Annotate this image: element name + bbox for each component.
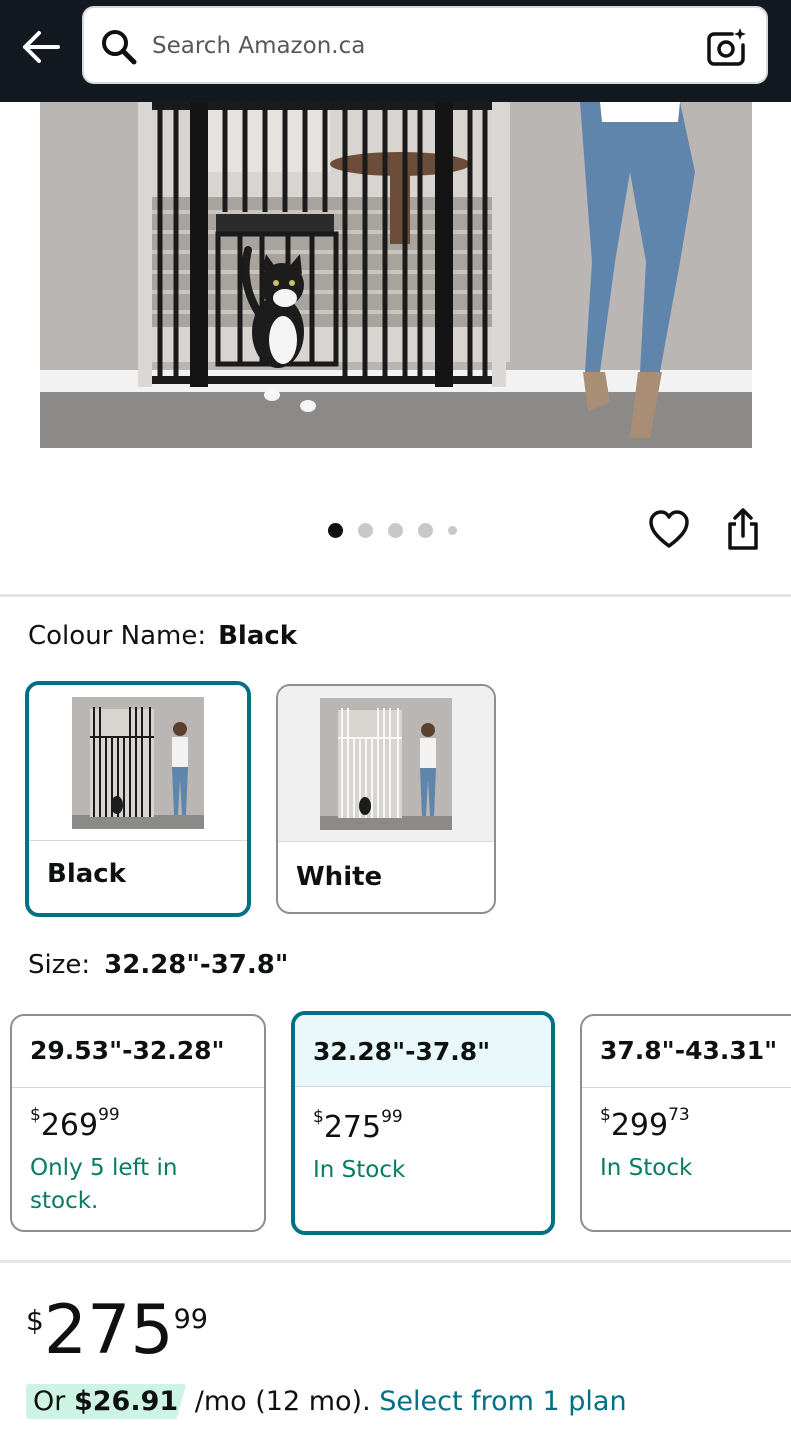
colour-option-name: White	[296, 862, 383, 892]
colour-label: Colour Name:	[28, 621, 207, 651]
colour-option-black[interactable]: Black	[25, 681, 251, 917]
pagination-dot[interactable]	[418, 522, 433, 538]
back-button[interactable]	[18, 24, 64, 70]
search-icon	[102, 30, 137, 65]
size-option-header: 29.53"-32.28"	[12, 1016, 264, 1088]
product-price: $27599	[26, 1296, 208, 1366]
image-pagination-dots	[328, 521, 457, 539]
pagination-dot[interactable]	[388, 522, 403, 538]
size-option-name: 32.28"-37.8"	[313, 1037, 491, 1066]
add-to-wishlist-button[interactable]	[647, 508, 691, 552]
size-label: Size:	[28, 950, 91, 980]
size-option-2[interactable]: 32.28"-37.8" $27599 In Stock	[291, 1011, 555, 1235]
plan-terms: /mo (12 mo).	[186, 1386, 380, 1417]
colour-selected-value: Black	[218, 621, 298, 651]
colour-thumb-area	[29, 685, 247, 841]
section-divider	[0, 594, 791, 597]
pagination-dot[interactable]	[448, 525, 457, 535]
payment-plan-row: Or $26.91 /mo (12 mo). Select from 1 pla…	[26, 1384, 627, 1419]
size-selected-value: 32.28"-37.8"	[104, 950, 289, 980]
size-option-stock: In Stock	[600, 1155, 693, 1181]
payment-plan-badge: Or $26.91	[26, 1384, 187, 1419]
pagination-dot[interactable]	[358, 522, 373, 538]
colour-thumb-area	[278, 686, 494, 842]
product-image-gallery[interactable]	[0, 102, 791, 492]
top-header-bar	[0, 0, 791, 102]
camera-lens-icon[interactable]	[706, 26, 748, 68]
pagination-dot[interactable]	[328, 522, 343, 538]
product-image	[40, 102, 752, 448]
size-label-row: Size: 32.28"-37.8"	[28, 950, 288, 980]
colour-thumbnail-black	[72, 697, 204, 829]
size-option-stock: Only 5 left in stock.	[30, 1155, 178, 1214]
search-bar[interactable]	[82, 6, 768, 84]
size-option-3[interactable]: 37.8"-43.31" $29973 In Stock	[580, 1014, 791, 1232]
colour-option-name: Black	[47, 859, 126, 889]
size-option-name: 29.53"-32.28"	[30, 1036, 225, 1065]
size-option-price: $26999	[30, 1105, 120, 1143]
section-divider	[0, 1260, 791, 1263]
size-option-stock: In Stock	[313, 1157, 406, 1183]
colour-label-row: Colour Name: Black	[28, 621, 297, 651]
price-currency: $	[26, 1304, 44, 1337]
share-icon	[728, 508, 758, 550]
size-option-price: $29973	[600, 1105, 690, 1143]
size-option-name: 37.8"-43.31"	[600, 1036, 778, 1065]
size-option-header: 37.8"-43.31"	[582, 1016, 791, 1088]
size-option-header: 32.28"-37.8"	[295, 1015, 551, 1087]
colour-option-white[interactable]: White	[276, 684, 496, 914]
select-plan-link[interactable]: Select from 1 plan	[379, 1386, 626, 1417]
price-whole: 275	[43, 1291, 174, 1370]
colour-thumbnail-white	[320, 698, 452, 830]
price-cents: 99	[173, 1304, 208, 1335]
arrow-left-icon	[23, 31, 60, 63]
monthly-amount: $26.91	[73, 1386, 179, 1417]
size-option-price: $27599	[313, 1107, 403, 1145]
size-option-1[interactable]: 29.53"-32.28" $26999 Only 5 left in stoc…	[10, 1014, 266, 1232]
search-input[interactable]	[152, 26, 692, 66]
share-button[interactable]	[722, 506, 764, 552]
heart-icon	[649, 510, 689, 548]
